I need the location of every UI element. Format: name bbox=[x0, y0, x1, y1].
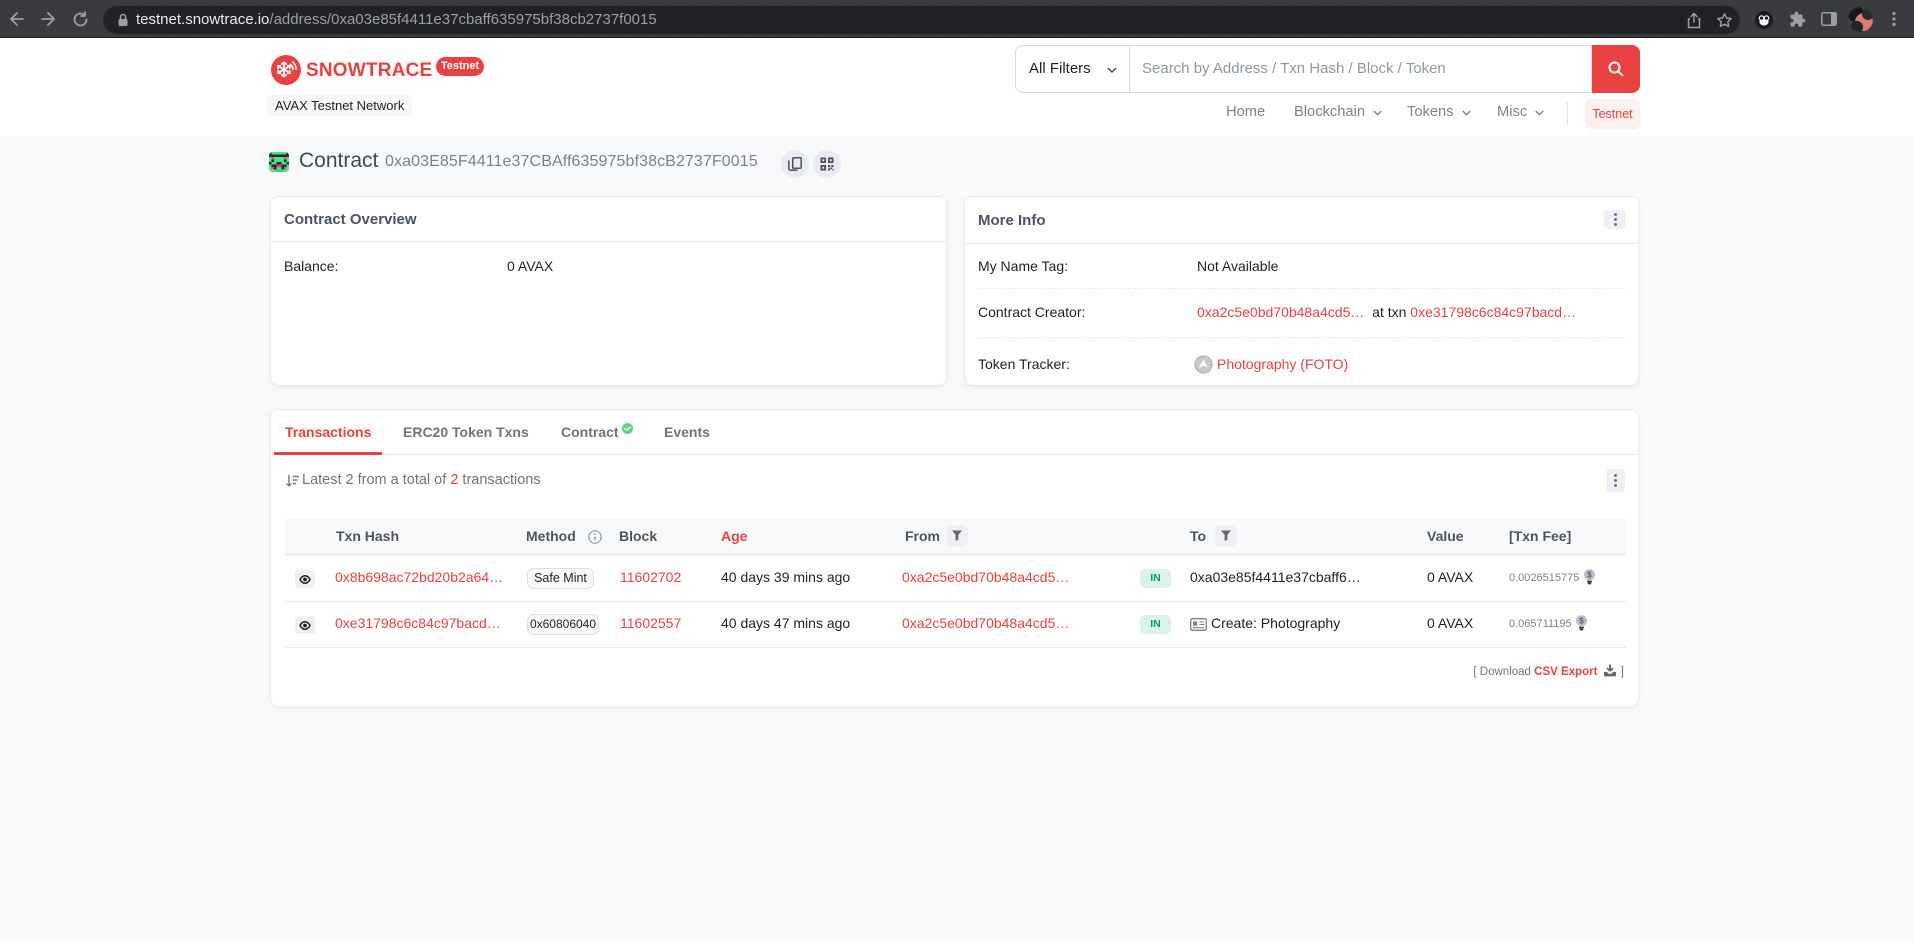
svg-text:$: $ bbox=[1587, 571, 1592, 580]
svg-text:$: $ bbox=[1579, 617, 1584, 626]
